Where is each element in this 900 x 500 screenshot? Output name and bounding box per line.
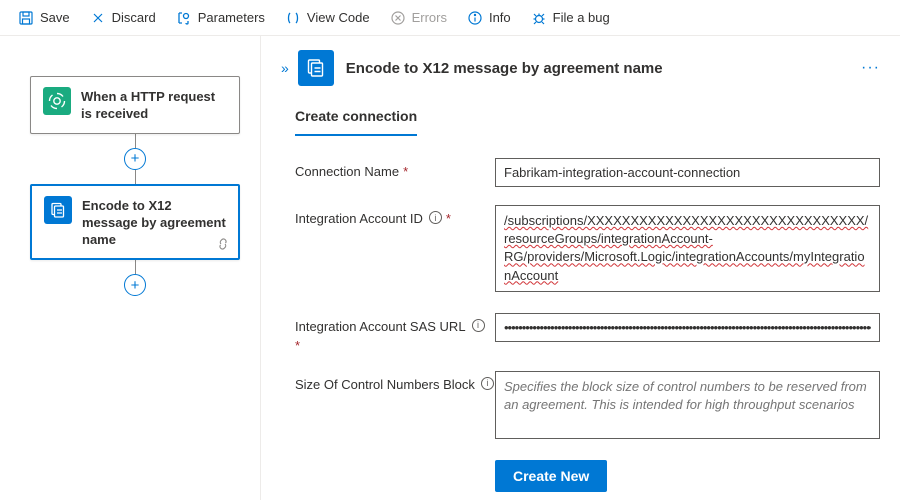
connection-badge-icon (216, 237, 230, 254)
errors-label: Errors (412, 10, 447, 25)
discard-button[interactable]: Discard (82, 6, 164, 30)
collapse-button[interactable]: » (281, 60, 286, 76)
action-card[interactable]: Encode to X12 message by agreement name (30, 184, 240, 261)
view-code-button[interactable]: View Code (277, 6, 378, 30)
discard-icon (90, 10, 106, 26)
create-new-button[interactable]: Create New (495, 460, 607, 492)
action-title: Encode to X12 message by agreement name (82, 196, 226, 249)
properties-panel: » Encode to X12 message by agreement nam… (260, 36, 900, 500)
file-bug-label: File a bug (553, 10, 610, 25)
panel-menu-button[interactable]: ··· (861, 59, 880, 77)
sas-url-row: Integration Account SAS URLi* (281, 313, 880, 353)
integration-account-id-row: Integration Account IDi* (281, 205, 880, 295)
block-size-row: Size Of Control Numbers Blocki (281, 371, 880, 443)
info-button[interactable]: Info (459, 6, 519, 30)
connector-1: + (30, 134, 240, 184)
toolbar: Save Discard Parameters View Code Errors… (0, 0, 900, 36)
sas-url-label: Integration Account SAS URLi* (295, 313, 495, 353)
parameters-label: Parameters (198, 10, 265, 25)
errors-button: Errors (382, 6, 455, 30)
x12-action-icon (44, 196, 72, 224)
panel-header: » Encode to X12 message by agreement nam… (281, 50, 880, 86)
connection-name-label: Connection Name* (295, 158, 495, 187)
view-code-label: View Code (307, 10, 370, 25)
info-tooltip-icon[interactable]: i (472, 319, 485, 332)
block-size-input[interactable] (495, 371, 880, 440)
block-size-label: Size Of Control Numbers Blocki (295, 371, 495, 443)
save-icon (18, 10, 34, 26)
trigger-title: When a HTTP request is received (81, 87, 227, 123)
discard-label: Discard (112, 10, 156, 25)
main-area: When a HTTP request is received + Encode… (0, 36, 900, 500)
info-tooltip-icon[interactable]: i (481, 377, 494, 390)
connection-name-input[interactable] (495, 158, 880, 187)
integration-account-id-label: Integration Account IDi* (295, 205, 495, 295)
designer-canvas: When a HTTP request is received + Encode… (0, 36, 260, 500)
info-tooltip-icon[interactable]: i (429, 211, 442, 224)
panel-action-icon (298, 50, 334, 86)
parameters-icon (176, 10, 192, 26)
connection-name-row: Connection Name* (281, 158, 880, 187)
parameters-button[interactable]: Parameters (168, 6, 273, 30)
errors-icon (390, 10, 406, 26)
trigger-card[interactable]: When a HTTP request is received (30, 76, 240, 134)
add-step-button-2[interactable]: + (124, 274, 146, 296)
info-label: Info (489, 10, 511, 25)
bug-icon (531, 10, 547, 26)
info-icon (467, 10, 483, 26)
sas-url-input[interactable] (495, 313, 880, 342)
integration-account-id-input[interactable] (495, 205, 880, 292)
code-icon (285, 10, 301, 26)
save-label: Save (40, 10, 70, 25)
connector-2: + (30, 260, 240, 296)
section-title: Create connection (295, 108, 417, 136)
file-bug-button[interactable]: File a bug (523, 6, 618, 30)
add-step-button[interactable]: + (124, 148, 146, 170)
panel-title: Encode to X12 message by agreement name (346, 60, 663, 77)
save-button[interactable]: Save (10, 6, 78, 30)
http-trigger-icon (43, 87, 71, 115)
